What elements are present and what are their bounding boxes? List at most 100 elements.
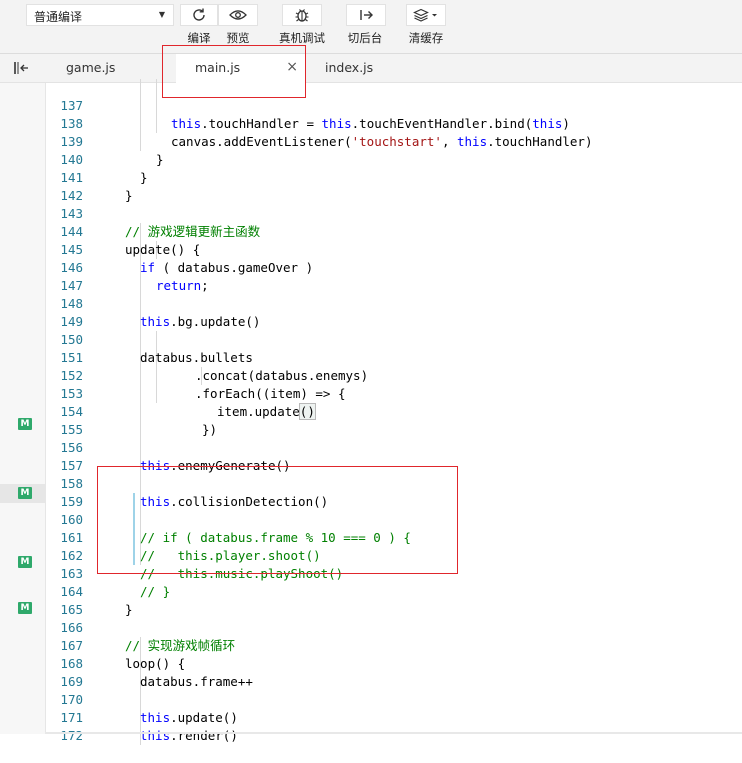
keyword: this	[532, 116, 563, 131]
collapse-sidebar-icon[interactable]	[12, 60, 30, 76]
code-line: 163 // }	[45, 547, 170, 599]
code-line: 154 })	[45, 385, 217, 437]
eye-icon	[229, 10, 247, 20]
code-line: 156 this.enemyGenerate()	[45, 421, 290, 473]
refresh-icon	[193, 8, 205, 21]
line-text: }	[156, 152, 164, 167]
code-token: .touchHandler =	[201, 116, 322, 131]
code-line: 139 }	[45, 115, 163, 167]
line-text: return;	[156, 277, 209, 295]
code-line: 151 .concat(databus.enemys)	[45, 331, 368, 383]
tab-label: game.js	[66, 60, 116, 75]
git-modified-badge: M	[18, 602, 32, 614]
git-modified-badge: M	[18, 556, 32, 568]
line-text: item.update()	[217, 403, 316, 420]
code-token: .enemyGenerate()	[170, 458, 291, 473]
line-text: if ( databus.gameOver )	[140, 259, 313, 277]
code-token: ;	[201, 278, 209, 293]
code-line: 169	[45, 655, 83, 689]
code-token: .collisionDetection()	[170, 494, 329, 509]
close-icon[interactable]: ×	[286, 59, 298, 75]
code-line: 146 return;	[45, 241, 208, 293]
code-line: 138 canvas.addEventListener('touchstart'…	[45, 97, 592, 149]
keyword: this	[140, 494, 171, 509]
code-token: ,	[441, 134, 457, 149]
code-line: 157	[45, 439, 83, 473]
code-line: 145 if ( databus.gameOver )	[45, 223, 313, 275]
code-line: 167 loop() {	[45, 619, 185, 671]
code-line: 143 // 游戏逻辑更新主函数	[45, 187, 260, 239]
code-editor[interactable]: 137 this.touchHandler = this.touchEventH…	[45, 79, 742, 745]
line-text: this.update()	[140, 709, 238, 727]
comment: // this.player.shoot()	[140, 548, 321, 563]
comment: // }	[140, 584, 171, 599]
indent-guide	[140, 79, 141, 151]
keyword: this	[140, 728, 171, 743]
code-line: 161 // this.player.shoot()	[45, 511, 320, 563]
bug-icon	[295, 9, 309, 22]
compile-mode-value: 普通编译	[34, 10, 83, 24]
line-text: .concat(databus.enemys)	[195, 368, 369, 383]
keyword: return	[156, 278, 202, 293]
code-line: 166 // 实现游戏帧循环	[45, 601, 235, 653]
code-token: )	[562, 116, 570, 131]
preview-button[interactable]	[218, 4, 258, 26]
code-line: 155	[45, 403, 83, 437]
compile-mode-select[interactable]: 普通编译 ▼	[26, 4, 174, 26]
string-literal: 'touchstart'	[351, 134, 442, 149]
tab-index-js[interactable]: index.js	[306, 54, 436, 82]
code-line: 148 this.bg.update()	[45, 277, 260, 329]
switch-background-icon	[360, 10, 373, 20]
keyword: this	[457, 134, 488, 149]
code-token: canvas.addEventListener(	[171, 134, 352, 149]
code-line: 160 // if ( databus.frame % 10 === 0 ) {	[45, 493, 411, 545]
code-line: 164 }	[45, 565, 132, 617]
code-line: 168 databus.frame++	[45, 637, 252, 689]
remote-debug-label[interactable]: 真机调试	[267, 30, 337, 46]
line-number: 172	[60, 728, 83, 743]
code-line: 142	[45, 169, 83, 203]
clear-cache-button[interactable]	[406, 4, 446, 26]
keyword: this	[321, 116, 352, 131]
keyword: if	[140, 260, 156, 275]
switch-background-label[interactable]: 切后台	[330, 30, 400, 46]
tab-game-js[interactable]: game.js	[45, 54, 175, 82]
indent-guide	[156, 79, 157, 133]
line-text: this.collisionDetection()	[140, 493, 328, 511]
line-text: }	[125, 188, 133, 203]
bracket-match-highlight: ()	[298, 403, 316, 420]
indent-guide	[156, 331, 157, 403]
code-line: 140 }	[45, 133, 147, 185]
code-token: .touchHandler)	[487, 134, 593, 149]
code-line: 147	[45, 259, 83, 293]
code-line: 171 this.render()	[45, 691, 237, 743]
code-token: .touchEventHandler.bind(	[351, 116, 533, 131]
code-line: 150 databus.bullets	[45, 313, 252, 365]
clear-cache-label[interactable]: 清缓存	[391, 30, 461, 46]
line-text: canvas.addEventListener('touchstart', th…	[171, 133, 592, 151]
line-text: .forEach((item) => {	[195, 386, 346, 401]
code-token: .render()	[170, 728, 238, 743]
code-line: 158 this.collisionDetection()	[45, 457, 328, 509]
switch-background-button[interactable]	[346, 4, 386, 26]
comment: // this.music.playShoot()	[140, 566, 344, 581]
compile-button[interactable]	[180, 4, 218, 26]
line-text: this.bg.update()	[140, 313, 260, 331]
line-text: }	[125, 602, 133, 617]
comment: // if ( databus.frame % 10 === 0 ) {	[140, 530, 411, 545]
preview-label[interactable]: 预览	[203, 30, 273, 46]
keyword: this	[140, 710, 171, 725]
code-token: ( databus.gameOver )	[155, 260, 314, 275]
layers-icon	[413, 8, 437, 22]
remote-debug-button[interactable]	[282, 4, 322, 26]
code-line: 159	[45, 475, 83, 509]
code-line: 170 this.update()	[45, 673, 237, 725]
line-text: })	[202, 422, 218, 437]
line-text: this.enemyGenerate()	[140, 457, 291, 475]
git-modified-badge: M	[18, 418, 32, 430]
line-text: this.render()	[140, 727, 238, 745]
chevron-down-icon: ▼	[158, 10, 165, 19]
code-line: 141 }	[45, 151, 132, 203]
line-text: databus.bullets	[140, 350, 253, 365]
keyword: this	[140, 314, 171, 329]
